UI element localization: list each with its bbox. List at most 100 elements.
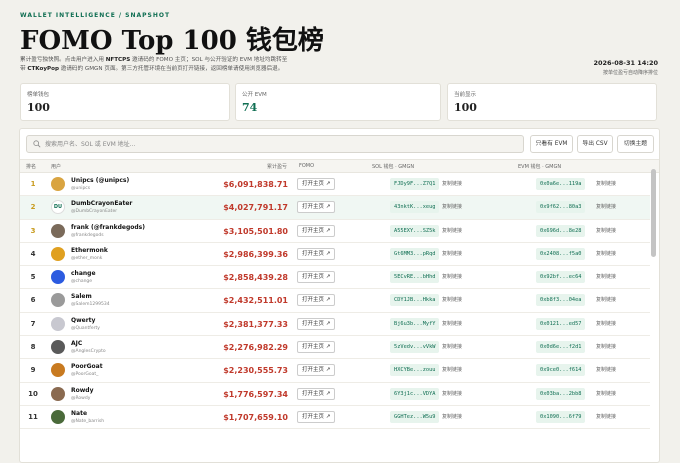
sol-address-link[interactable]: A55EXY...SZ5k [390, 224, 440, 237]
evm-address-link[interactable]: 0x9ce0...f614 [536, 364, 586, 377]
open-home-button[interactable]: 打开主页 ↗ [297, 364, 336, 377]
pnl-value: $1,707,659.10 [223, 412, 288, 422]
pnl-value: $4,027,791.17 [223, 203, 288, 213]
user-name-link[interactable]: DumbCrayonEater [71, 200, 132, 207]
copy-sol-link-button[interactable]: 复制链接 [442, 366, 462, 373]
rank-number: 11 [28, 412, 38, 421]
user-name-link[interactable]: AJC [71, 340, 82, 347]
avatar [51, 293, 65, 308]
toggle-theme-button[interactable]: 切换主题 [617, 135, 654, 153]
open-home-button[interactable]: 打开主页 ↗ [297, 224, 336, 237]
avatar [51, 409, 65, 424]
evm-address-link[interactable]: 0x0d6e...f2d1 [536, 341, 586, 354]
copy-sol-link-button[interactable]: 复制链接 [442, 343, 462, 350]
sol-address-link[interactable]: Gt6MM3...pRqd [390, 247, 440, 260]
stat-card-displayed: 当前显示 100 [447, 83, 657, 121]
sol-address-link[interactable]: 5ECvRE...bHhd [390, 271, 440, 284]
avatar [51, 246, 65, 261]
copy-sol-link-button[interactable]: 复制链接 [442, 320, 462, 327]
open-home-button[interactable]: 打开主页 ↗ [297, 294, 336, 307]
copy-evm-link-button[interactable]: 复制链接 [596, 343, 616, 350]
copy-evm-link-button[interactable]: 复制链接 [596, 250, 616, 257]
sol-address-link[interactable]: FJDy9F...Z7Q1 [390, 178, 440, 190]
sol-address-link[interactable]: Bj6u3b...MyfY [390, 317, 440, 330]
copy-evm-link-button[interactable]: 复制链接 [596, 366, 616, 373]
sol-address-link[interactable]: CDY1JB...Hkka [390, 294, 440, 307]
rank-number: 8 [30, 343, 36, 352]
user-name-link[interactable]: Rowdy [71, 387, 94, 394]
pnl-value: $3,105,501.80 [223, 226, 288, 236]
evm-address-link[interactable]: 0x9f62...80a3 [536, 201, 586, 214]
copy-evm-link-button[interactable]: 复制链接 [596, 203, 616, 210]
search-box[interactable] [26, 135, 524, 153]
evm-address-link[interactable]: 0x92bf...ec64 [536, 271, 586, 284]
evm-address-link[interactable]: 0x1090...6f79 [536, 410, 586, 423]
pnl-value: $2,276,982.29 [223, 343, 288, 353]
search-input[interactable] [45, 136, 515, 152]
sol-address-link[interactable]: 6Y3j1c...VDYA [390, 387, 440, 400]
sol-address-link[interactable]: 5zVedv...vVkW [390, 341, 440, 354]
user-name-link[interactable]: Unipcs (@unipcs) [71, 177, 129, 184]
user-handle: @Quantferty [71, 325, 100, 331]
open-home-button[interactable]: 打开主页 ↗ [297, 387, 336, 400]
table-row: 5 change @change $2,858,439.28 打开主页 ↗ 5E… [20, 266, 650, 290]
open-home-button[interactable]: 打开主页 ↗ [297, 410, 336, 423]
open-home-button[interactable]: 打开主页 ↗ [297, 178, 336, 190]
open-home-button[interactable]: 打开主页 ↗ [297, 271, 336, 284]
snapshot-note: 按单位盈亏自动降序排位 [602, 70, 658, 76]
user-name-link[interactable]: Ethermonk [71, 247, 108, 254]
copy-evm-link-button[interactable]: 复制链接 [596, 320, 616, 327]
user-name-link[interactable]: change [71, 270, 96, 277]
evm-address-link[interactable]: 0x0121...ed57 [536, 317, 586, 330]
copy-sol-link-button[interactable]: 复制链接 [442, 273, 462, 280]
pnl-value: $2,858,439.28 [223, 273, 288, 283]
table-row: 4 Ethermonk @ether_monk $2,986,399.36 打开… [20, 243, 650, 267]
evm-address-link[interactable]: 0x2408...f5a0 [536, 247, 586, 260]
user-name-link[interactable]: frank (@frankdegods) [71, 224, 145, 231]
copy-evm-link-button[interactable]: 复制链接 [596, 227, 616, 234]
copy-evm-link-button[interactable]: 复制链接 [596, 273, 616, 280]
evm-only-button[interactable]: 只看有 EVM [530, 135, 573, 153]
evm-address-link[interactable]: 0x0a6e...119a [536, 178, 586, 190]
copy-evm-link-button[interactable]: 复制链接 [596, 296, 616, 303]
copy-sol-link-button[interactable]: 复制链接 [442, 180, 462, 187]
user-handle: @unipcs [71, 186, 91, 191]
column-header-fomo: FOMO [299, 163, 315, 169]
evm-address-link[interactable]: 0x696d...8e28 [536, 224, 586, 237]
column-header-evm: EVM 钱包 · GMGN [518, 164, 562, 170]
user-name-link[interactable]: Nate [71, 410, 87, 417]
table-row: 11 Nate @Nate_barrish $1,707,659.10 打开主页… [20, 406, 650, 430]
sol-address-link[interactable]: HXCYBe...zouu [390, 364, 440, 377]
user-name-link[interactable]: PoorGoat [71, 363, 103, 370]
copy-evm-link-button[interactable]: 复制链接 [596, 180, 616, 187]
open-home-button[interactable]: 打开主页 ↗ [297, 201, 336, 214]
copy-evm-link-button[interactable]: 复制链接 [596, 413, 616, 420]
copy-sol-link-button[interactable]: 复制链接 [442, 203, 462, 210]
user-handle: @change [71, 279, 93, 285]
stat-card-wallets: 榜单钱包 100 [20, 83, 230, 121]
copy-sol-link-button[interactable]: 复制链接 [442, 390, 462, 397]
open-home-button[interactable]: 打开主页 ↗ [297, 341, 336, 354]
user-name-link[interactable]: Qwerty [71, 317, 95, 324]
user-name-link[interactable]: Salem [71, 293, 92, 300]
stat-value: 74 [242, 101, 258, 114]
user-handle: @Nate_barrish [71, 418, 105, 424]
rank-number: 5 [30, 273, 36, 282]
sol-address-link[interactable]: GGHTez...W5u9 [390, 410, 440, 423]
evm-address-link[interactable]: 0x03ba...2bb8 [536, 387, 586, 400]
copy-sol-link-button[interactable]: 复制链接 [442, 296, 462, 303]
copy-sol-link-button[interactable]: 复制链接 [442, 250, 462, 257]
scrollbar-thumb[interactable] [651, 169, 656, 257]
column-header-pnl: 累计盈亏 [267, 164, 288, 170]
evm-address-link[interactable]: 0xb8f3...04ea [536, 294, 586, 307]
open-home-button[interactable]: 打开主页 ↗ [297, 317, 336, 330]
pnl-value: $2,230,555.73 [223, 366, 288, 376]
copy-sol-link-button[interactable]: 复制链接 [442, 413, 462, 420]
open-home-button[interactable]: 打开主页 ↗ [297, 247, 336, 260]
export-csv-button[interactable]: 导出 CSV [577, 135, 613, 153]
sol-address-link[interactable]: 43nktK...xeug [390, 201, 440, 214]
copy-sol-link-button[interactable]: 复制链接 [442, 227, 462, 234]
user-handle: @ether_monk [71, 255, 103, 261]
pnl-value: $2,986,399.36 [223, 249, 288, 259]
copy-evm-link-button[interactable]: 复制链接 [596, 390, 616, 397]
